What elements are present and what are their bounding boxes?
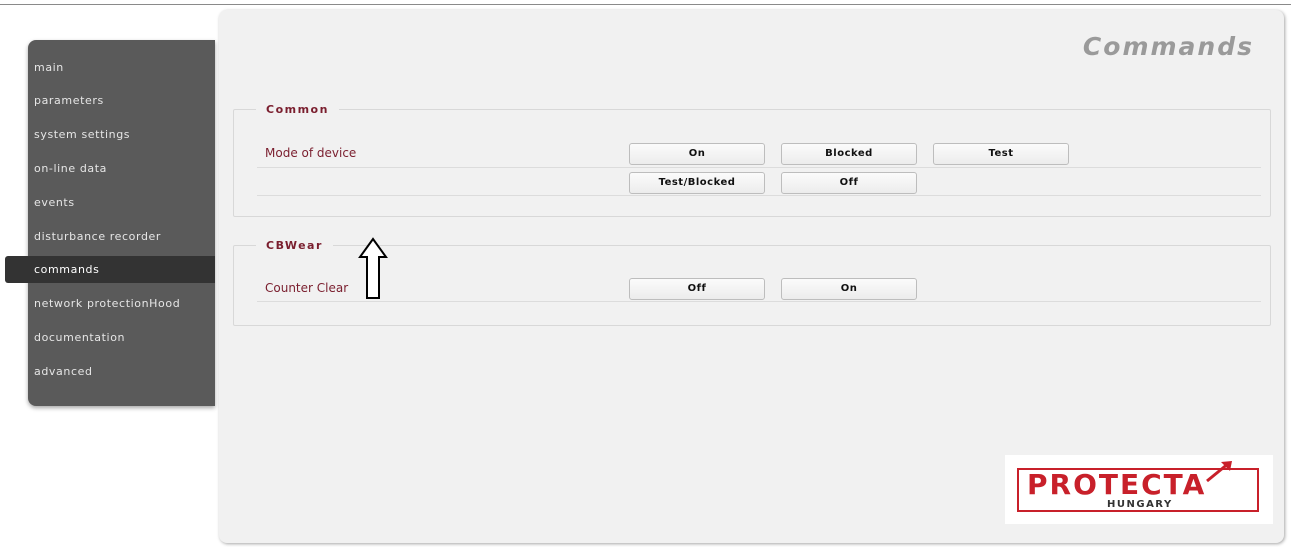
sidebar-item-online-data[interactable]: on-line data (34, 156, 107, 182)
section-legend-common: Common (266, 103, 329, 116)
page-title: Commands (1082, 32, 1254, 61)
sidebar-item-documentation[interactable]: documentation (34, 325, 125, 351)
row-divider (257, 167, 1261, 168)
up-arrow-icon (358, 237, 388, 299)
logo-wordmark: PROTECTA (1027, 468, 1207, 501)
mode-off-button[interactable]: Off (781, 172, 917, 194)
sidebar-item-events[interactable]: events (34, 190, 75, 216)
sidebar-item-system-settings[interactable]: system settings (34, 122, 130, 148)
sidebar-item-main[interactable]: main (34, 55, 64, 81)
mode-on-button[interactable]: On (629, 143, 765, 165)
counter-clear-off-button[interactable]: Off (629, 278, 765, 300)
logo-arrow-icon (1206, 461, 1232, 483)
sidebar-item-advanced[interactable]: advanced (34, 359, 93, 385)
sidebar-item-label: commands (34, 263, 100, 276)
counter-clear-label: Counter Clear (265, 281, 349, 295)
sidebar-item-parameters[interactable]: parameters (34, 88, 104, 114)
sidebar-item-network-protectionhood[interactable]: network protectionHood (34, 291, 180, 317)
row-divider (257, 195, 1261, 196)
top-border (0, 4, 1291, 5)
protecta-logo: PROTECTA HUNGARY (1005, 455, 1273, 524)
mode-test-blocked-button[interactable]: Test/Blocked (629, 172, 765, 194)
counter-clear-on-button[interactable]: On (781, 278, 917, 300)
section-legend-cbwear: CBWear (266, 239, 323, 252)
mode-of-device-label: Mode of device (265, 146, 357, 160)
row-divider (257, 301, 1261, 302)
sidebar-item-disturbance-recorder[interactable]: disturbance recorder (34, 224, 161, 250)
sidebar-nav: main parameters system settings on-line … (28, 40, 215, 406)
sidebar-item-commands[interactable]: commands (5, 256, 215, 283)
logo-subtext: HUNGARY (1103, 499, 1177, 510)
mode-blocked-button[interactable]: Blocked (781, 143, 917, 165)
mode-test-button[interactable]: Test (933, 143, 1069, 165)
